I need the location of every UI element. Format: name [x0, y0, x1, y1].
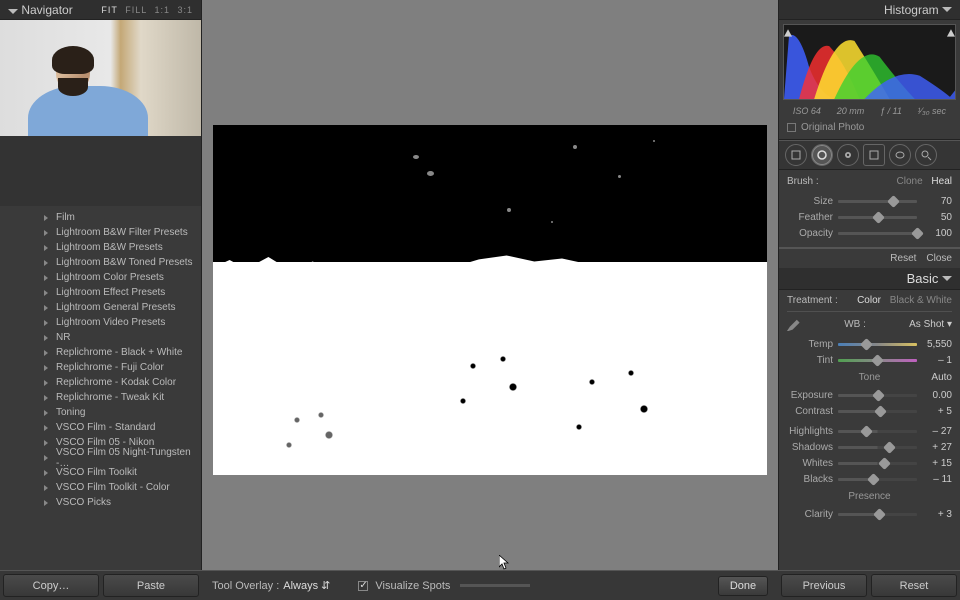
shadows-slider[interactable] — [838, 446, 917, 449]
chevron-right-icon — [44, 410, 48, 416]
preset-folder[interactable]: VSCO Film Toolkit - Color — [0, 480, 201, 495]
preset-folder[interactable]: Lightroom B&W Toned Presets — [0, 255, 201, 270]
chevron-right-icon — [44, 350, 48, 356]
chevron-right-icon — [44, 275, 48, 281]
blacks-slider[interactable] — [838, 478, 917, 481]
preview-image[interactable] — [213, 125, 767, 475]
navigator-header[interactable]: Navigator FIT FILL 1:1 3:1 — [0, 0, 201, 20]
preset-folder[interactable]: Replichrome - Kodak Color — [0, 375, 201, 390]
chevron-right-icon — [44, 485, 48, 491]
chevron-right-icon — [44, 320, 48, 326]
chevron-right-icon — [44, 230, 48, 236]
right-panel: Histogram ISO 64 20 mm ƒ / 11 ¹⁄₃₀ sec O… — [778, 0, 960, 570]
done-button[interactable]: Done — [718, 576, 768, 596]
brush-close[interactable]: Close — [926, 253, 952, 264]
chevron-right-icon — [44, 395, 48, 401]
navigator-thumbnail — [0, 20, 201, 136]
redeye-tool-icon[interactable] — [837, 144, 859, 166]
clarity-slider[interactable] — [838, 513, 917, 516]
left-panel: Navigator FIT FILL 1:1 3:1 Film Lightroo… — [0, 0, 202, 570]
tool-overlay-dropdown[interactable]: Always ⇵ — [283, 579, 330, 592]
original-photo-toggle[interactable]: Original Photo — [779, 118, 960, 140]
chevron-right-icon — [44, 215, 48, 221]
chevron-right-icon — [44, 425, 48, 431]
contrast-slider[interactable] — [838, 410, 917, 413]
feather-slider[interactable] — [838, 216, 917, 219]
paste-button[interactable]: Paste — [103, 574, 199, 597]
whites-slider[interactable] — [838, 462, 917, 465]
preset-folder[interactable]: Lightroom Color Presets — [0, 270, 201, 285]
preset-folder[interactable]: Lightroom B&W Filter Presets — [0, 225, 201, 240]
zoom-levels[interactable]: FIT FILL 1:1 3:1 — [97, 5, 193, 15]
previous-button[interactable]: Previous — [781, 574, 867, 597]
chevron-right-icon — [44, 305, 48, 311]
chevron-right-icon — [44, 455, 48, 461]
spot-removal-tool-icon[interactable] — [811, 144, 833, 166]
brush-label: Brush : — [787, 176, 819, 187]
chevron-down-icon — [942, 276, 952, 281]
preset-folder[interactable]: Lightroom Effect Presets — [0, 285, 201, 300]
chevron-right-icon — [44, 500, 48, 506]
wb-dropdown[interactable]: As Shot ▾ — [909, 319, 952, 330]
tint-slider[interactable] — [838, 359, 917, 362]
temp-slider[interactable] — [838, 343, 917, 346]
preset-folder[interactable]: VSCO Film 05 Night-Tungsten -… — [0, 450, 201, 465]
preset-list: Film Lightroom B&W Filter Presets Lightr… — [0, 206, 201, 570]
eyedropper-icon[interactable] — [787, 317, 801, 331]
brush-panel: Brush : Clone Heal Size70 Feather50 Opac… — [779, 170, 960, 248]
heal-mode[interactable]: Heal — [931, 176, 952, 187]
radial-filter-tool-icon[interactable] — [889, 144, 911, 166]
checkbox-icon — [787, 123, 796, 132]
preset-folder[interactable]: VSCO Picks — [0, 495, 201, 510]
adjustment-brush-tool-icon[interactable] — [915, 144, 937, 166]
treatment-color[interactable]: Color — [857, 295, 881, 306]
copy-button[interactable]: Copy… — [3, 574, 99, 597]
chevron-right-icon — [44, 380, 48, 386]
histogram-graph[interactable] — [783, 24, 956, 100]
basic-panel-header[interactable]: Basic — [779, 268, 960, 290]
chevron-right-icon — [44, 335, 48, 341]
visualize-spots-checkbox[interactable] — [358, 581, 368, 591]
auto-tone-button[interactable]: Auto — [931, 372, 952, 383]
preset-folder[interactable]: Replichrome - Fuji Color — [0, 360, 201, 375]
navigator-title: Navigator — [21, 3, 72, 17]
treatment-bw[interactable]: Black & White — [890, 295, 952, 306]
size-slider[interactable] — [838, 200, 917, 203]
preset-folder[interactable]: Lightroom Video Presets — [0, 315, 201, 330]
chevron-down-icon — [942, 7, 952, 12]
preset-folder[interactable]: NR — [0, 330, 201, 345]
preset-folder[interactable]: Replichrome - Tweak Kit — [0, 390, 201, 405]
reset-button[interactable]: Reset — [871, 574, 957, 597]
chevron-right-icon — [44, 365, 48, 371]
editor-canvas[interactable] — [202, 0, 778, 570]
chevron-right-icon — [44, 245, 48, 251]
exif-info: ISO 64 20 mm ƒ / 11 ¹⁄₃₀ sec — [779, 104, 960, 118]
chevron-right-icon — [44, 440, 48, 446]
exposure-slider[interactable] — [838, 394, 917, 397]
chevron-down-icon — [8, 9, 18, 14]
visualize-spots-slider[interactable] — [460, 584, 530, 587]
preset-folder[interactable]: Replichrome - Black + White — [0, 345, 201, 360]
brush-reset[interactable]: Reset — [890, 253, 916, 264]
preset-folder[interactable]: Lightroom B&W Presets — [0, 240, 201, 255]
chevron-right-icon — [44, 290, 48, 296]
preset-folder[interactable]: Toning — [0, 405, 201, 420]
clone-mode[interactable]: Clone — [897, 176, 923, 187]
chevron-right-icon — [44, 260, 48, 266]
preset-folder[interactable]: Film — [0, 210, 201, 225]
chevron-right-icon — [44, 470, 48, 476]
tool-strip — [779, 140, 960, 170]
opacity-slider[interactable] — [838, 232, 917, 235]
basic-panel: Treatment : Color Black & White WB : As … — [779, 290, 960, 527]
preset-folder[interactable]: VSCO Film - Standard — [0, 420, 201, 435]
graduated-filter-tool-icon[interactable] — [863, 144, 885, 166]
preset-folder[interactable]: Lightroom General Presets — [0, 300, 201, 315]
crop-tool-icon[interactable] — [785, 144, 807, 166]
highlights-slider[interactable] — [838, 430, 917, 433]
histogram-header[interactable]: Histogram — [779, 0, 960, 20]
bottom-toolbar: Copy… Paste Tool Overlay : Always ⇵ Visu… — [0, 570, 960, 600]
